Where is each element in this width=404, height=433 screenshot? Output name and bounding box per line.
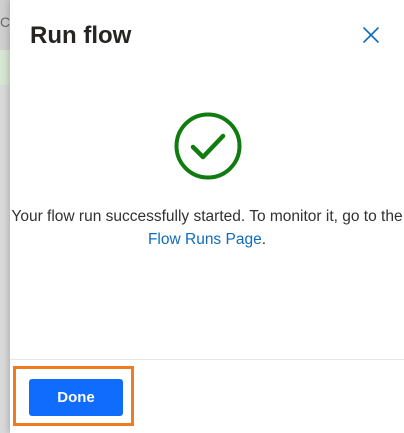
footer-divider bbox=[10, 359, 404, 360]
success-message-text: Your flow run successfully started. To m… bbox=[11, 208, 403, 225]
check-circle-icon bbox=[174, 112, 242, 180]
close-icon[interactable] bbox=[362, 26, 380, 44]
success-message: Your flow run successfully started. To m… bbox=[10, 205, 404, 251]
background-partial-text: C bbox=[0, 14, 11, 30]
background-page: C bbox=[0, 0, 10, 433]
panel-title: Run flow bbox=[30, 22, 132, 49]
done-button[interactable]: Done bbox=[29, 379, 123, 416]
run-flow-panel: Run flow Your flow run successfully star… bbox=[10, 0, 404, 433]
flow-runs-page-link[interactable]: Flow Runs Page bbox=[148, 231, 262, 248]
success-message-end: . bbox=[261, 231, 267, 248]
background-strip bbox=[0, 0, 10, 433]
